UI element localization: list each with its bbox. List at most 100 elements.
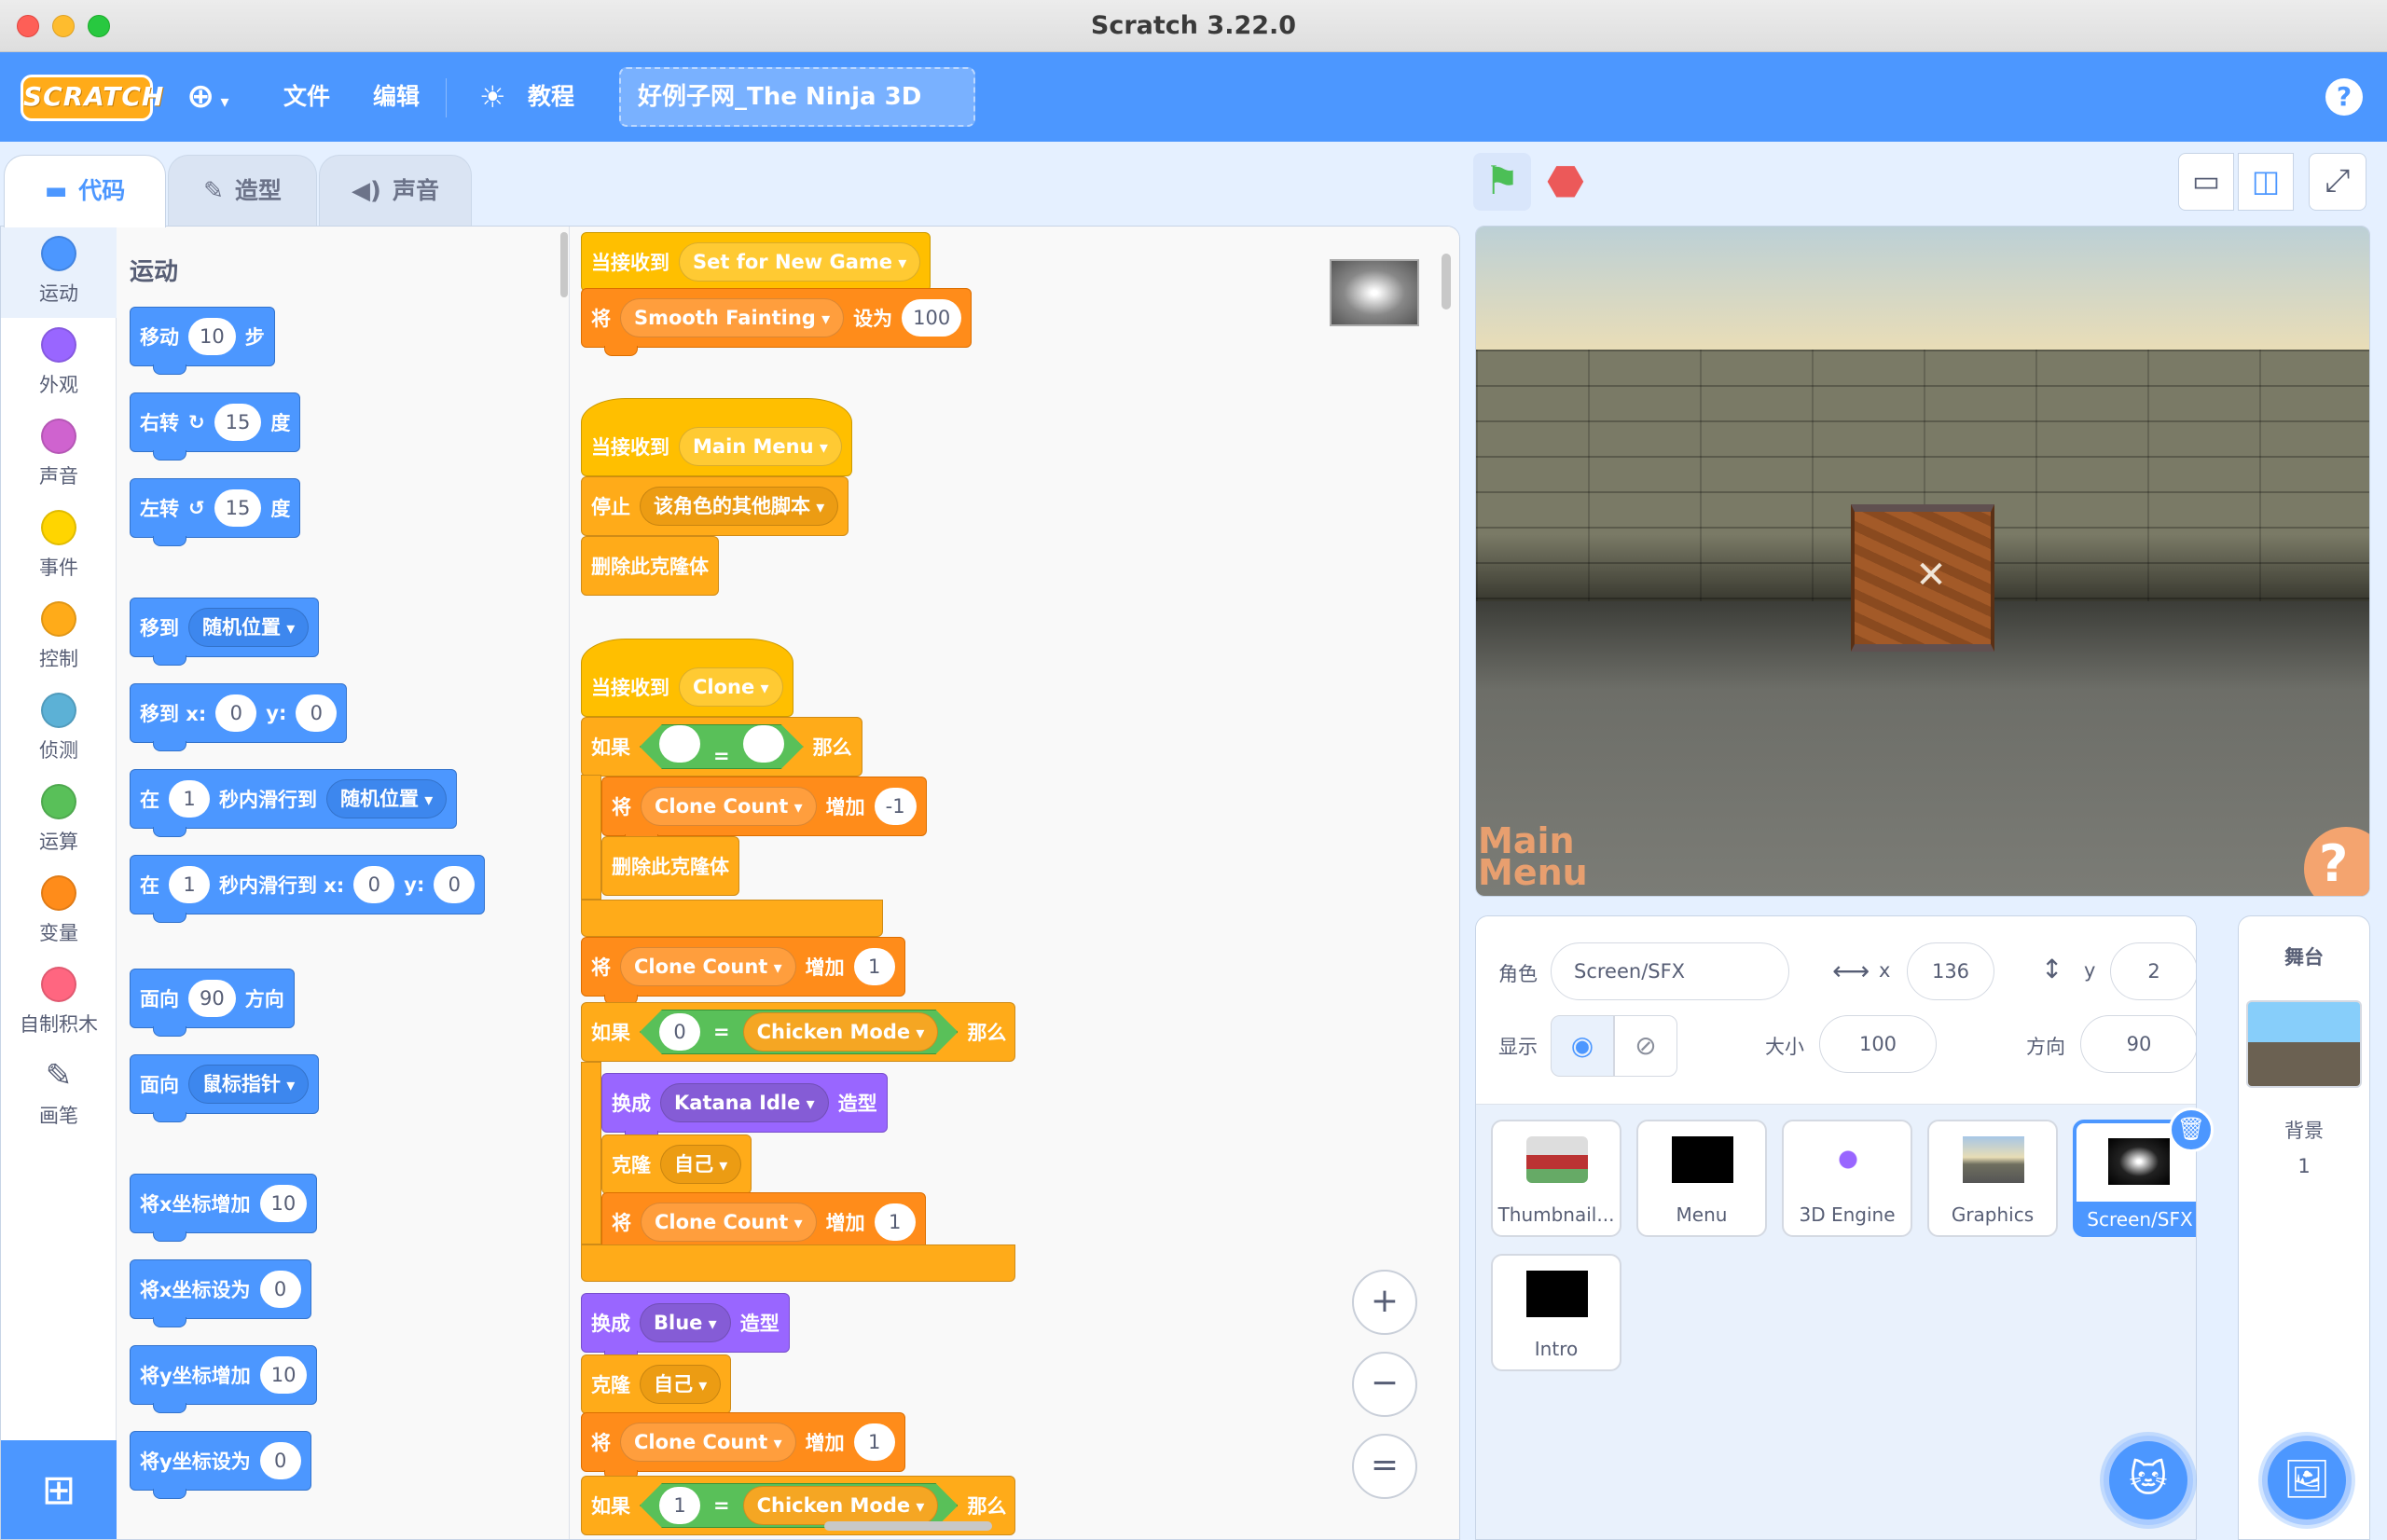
help-icon[interactable]: ? (2325, 78, 2363, 116)
direction-input[interactable]: 90 (2080, 1015, 2196, 1073)
amount-input[interactable]: 1 (853, 948, 895, 985)
choose-sprite-button[interactable]: 🐱 (2104, 1436, 2193, 1525)
create-clone-block[interactable]: 克隆 自己 (601, 1134, 752, 1203)
sprite-3d-engine-card[interactable]: 3D Engine (1782, 1120, 1912, 1237)
equals-operator[interactable]: 0 = Chicken Mode (640, 1010, 958, 1054)
left-operand-input[interactable]: 1 (659, 1487, 700, 1524)
x-input[interactable]: 0 (353, 866, 395, 903)
delete-sprite-button[interactable]: 🗑 (2169, 1107, 2214, 1152)
variable-dropdown[interactable]: Clone Count (641, 787, 817, 826)
change-variable-block[interactable]: 将Clone Count增加-1 (601, 777, 927, 845)
chicken-mode-variable[interactable]: Chicken Mode (743, 1486, 939, 1525)
seconds-input[interactable]: 1 (169, 866, 210, 903)
sprite-name-input[interactable]: Screen/SFX (1551, 942, 1789, 1000)
variable-dropdown[interactable]: Clone Count (620, 1423, 796, 1462)
script-horizontal-scrollbar[interactable] (824, 1521, 992, 1531)
when-receive-hat-block[interactable]: 当接收到 Set for New Game (581, 232, 931, 292)
left-operand-input[interactable]: 0 (659, 1013, 700, 1051)
x-value-input[interactable]: 0 (259, 1271, 301, 1308)
stop-option-dropdown[interactable]: 该角色的其他脚本 (640, 487, 839, 526)
x-position-input[interactable]: 136 (1907, 942, 1994, 1000)
script-area[interactable]: 当接收到Set for New Game 将Smooth Fainting设为1… (570, 227, 1459, 1539)
right-operand-input[interactable] (743, 725, 784, 763)
change-variable-block[interactable]: 将Clone Count增加1 (601, 1192, 926, 1260)
backdrop-thumbnail[interactable] (2246, 1000, 2362, 1088)
palette-scrollbar[interactable] (560, 232, 568, 297)
glide-to-block[interactable]: 在 1 秒内滑行到 随机位置 (130, 769, 458, 837)
x-amount-input[interactable]: 10 (259, 1185, 308, 1222)
category-operators[interactable]: 运算 (1, 775, 117, 866)
stop-button[interactable]: ⬣ (1537, 153, 1594, 211)
stage-canvas[interactable]: ✕ Main Menu ? (1475, 226, 2370, 897)
left-operand-input[interactable] (659, 725, 700, 763)
category-events[interactable]: 事件 (1, 501, 117, 592)
chicken-mode-variable[interactable]: Chicken Mode (743, 1012, 939, 1052)
point-towards-block[interactable]: 面向 鼠标指针 (130, 1054, 320, 1122)
delete-clone-block[interactable]: 删除此克隆体 (601, 836, 739, 896)
edit-menu[interactable]: 编辑 (373, 52, 420, 142)
variable-dropdown[interactable]: Smooth Fainting (620, 298, 845, 337)
value-input[interactable]: 100 (902, 299, 962, 337)
tab-sounds[interactable]: ◀) 声音 (319, 155, 472, 227)
equals-operator[interactable]: = (640, 724, 804, 769)
goto-block[interactable]: 移到 随机位置 (130, 598, 320, 666)
degrees-input[interactable]: 15 (214, 404, 262, 441)
category-control[interactable]: 控制 (1, 592, 117, 683)
lightbulb-icon[interactable]: ☀ (479, 52, 506, 142)
point-direction-block[interactable]: 面向 90 方向 (130, 969, 295, 1037)
y-amount-input[interactable]: 10 (259, 1356, 308, 1394)
if-block[interactable]: 如果0=Chicken Mode那么 (581, 1002, 1015, 1062)
message-dropdown[interactable]: Set for New Game (679, 242, 921, 282)
change-variable-block[interactable]: 将Clone Count增加1 (581, 937, 905, 1005)
size-input[interactable]: 100 (1819, 1015, 1937, 1073)
tab-code[interactable]: ▬ 代码 (4, 155, 166, 227)
glide-target-dropdown[interactable]: 随机位置 (326, 779, 448, 818)
clone-target-dropdown[interactable]: 自己 (660, 1145, 742, 1184)
costume-dropdown[interactable]: Katana Idle (660, 1083, 829, 1122)
y-input[interactable]: 0 (296, 694, 338, 732)
hide-sprite-button[interactable]: ⊘ (1614, 1015, 1677, 1077)
choose-backdrop-button[interactable]: 🖼 (2262, 1436, 2352, 1525)
sprite-graphics-card[interactable]: Graphics (1927, 1120, 2058, 1237)
message-dropdown[interactable]: Clone (679, 667, 783, 707)
add-extension-button[interactable]: ⊞ (1, 1440, 117, 1539)
amount-input[interactable]: 1 (874, 1203, 916, 1241)
change-y-block[interactable]: 将y坐标增加 10 (130, 1345, 318, 1413)
when-receive-hat-block[interactable]: 当接收到 Clone (581, 639, 793, 717)
category-my-blocks[interactable]: 自制积木 (1, 957, 117, 1049)
normal-stage-button[interactable]: ◫ (2238, 153, 2294, 211)
category-variables[interactable]: 变量 (1, 866, 117, 957)
sprite-menu-card[interactable]: Menu (1636, 1120, 1767, 1237)
sprite-thumbnail-card[interactable]: Thumbnail... (1491, 1120, 1621, 1237)
set-x-block[interactable]: 将x坐标设为 0 (130, 1259, 311, 1327)
if-block[interactable]: 如果 = 那么 (581, 717, 862, 777)
clone-target-dropdown[interactable]: 自己 (640, 1365, 722, 1404)
costume-dropdown[interactable]: Blue (640, 1303, 731, 1342)
y-position-input[interactable]: 2 (2110, 942, 2196, 1000)
delete-clone-block[interactable]: 删除此克隆体 (581, 536, 719, 596)
goto-target-dropdown[interactable]: 随机位置 (188, 608, 310, 647)
stop-block[interactable]: 停止 该角色的其他脚本 (581, 476, 849, 536)
tutorials-menu[interactable]: 教程 (528, 52, 574, 142)
change-variable-block[interactable]: 将Clone Count增加1 (581, 1412, 905, 1480)
language-globe-icon[interactable]: ⊕ ▾ (186, 52, 228, 142)
turn-right-block[interactable]: 右转 ↻ 15 度 (130, 392, 301, 461)
seconds-input[interactable]: 1 (169, 780, 210, 818)
when-receive-hat-block[interactable]: 当接收到 Main Menu (581, 398, 852, 476)
turn-left-block[interactable]: 左转 ↺ 15 度 (130, 478, 301, 546)
zoom-reset-button[interactable]: = (1352, 1434, 1417, 1499)
towards-target-dropdown[interactable]: 鼠标指针 (188, 1065, 310, 1104)
category-motion[interactable]: 运动 (1, 227, 117, 318)
category-sound[interactable]: 声音 (1, 409, 117, 501)
y-input[interactable]: 0 (434, 866, 476, 903)
y-value-input[interactable]: 0 (259, 1442, 301, 1479)
message-dropdown[interactable]: Main Menu (679, 427, 842, 466)
degrees-input[interactable]: 15 (214, 489, 262, 527)
amount-input[interactable]: 1 (853, 1423, 895, 1461)
zoom-out-button[interactable]: − (1352, 1352, 1417, 1417)
set-variable-block[interactable]: 将Smooth Fainting设为100 (581, 288, 973, 356)
main-menu-stage-button[interactable]: Main Menu (1478, 823, 1588, 890)
goto-xy-block[interactable]: 移到 x: 0 y: 0 (130, 683, 348, 751)
file-menu[interactable]: 文件 (283, 52, 330, 142)
variable-dropdown[interactable]: Clone Count (620, 947, 796, 986)
